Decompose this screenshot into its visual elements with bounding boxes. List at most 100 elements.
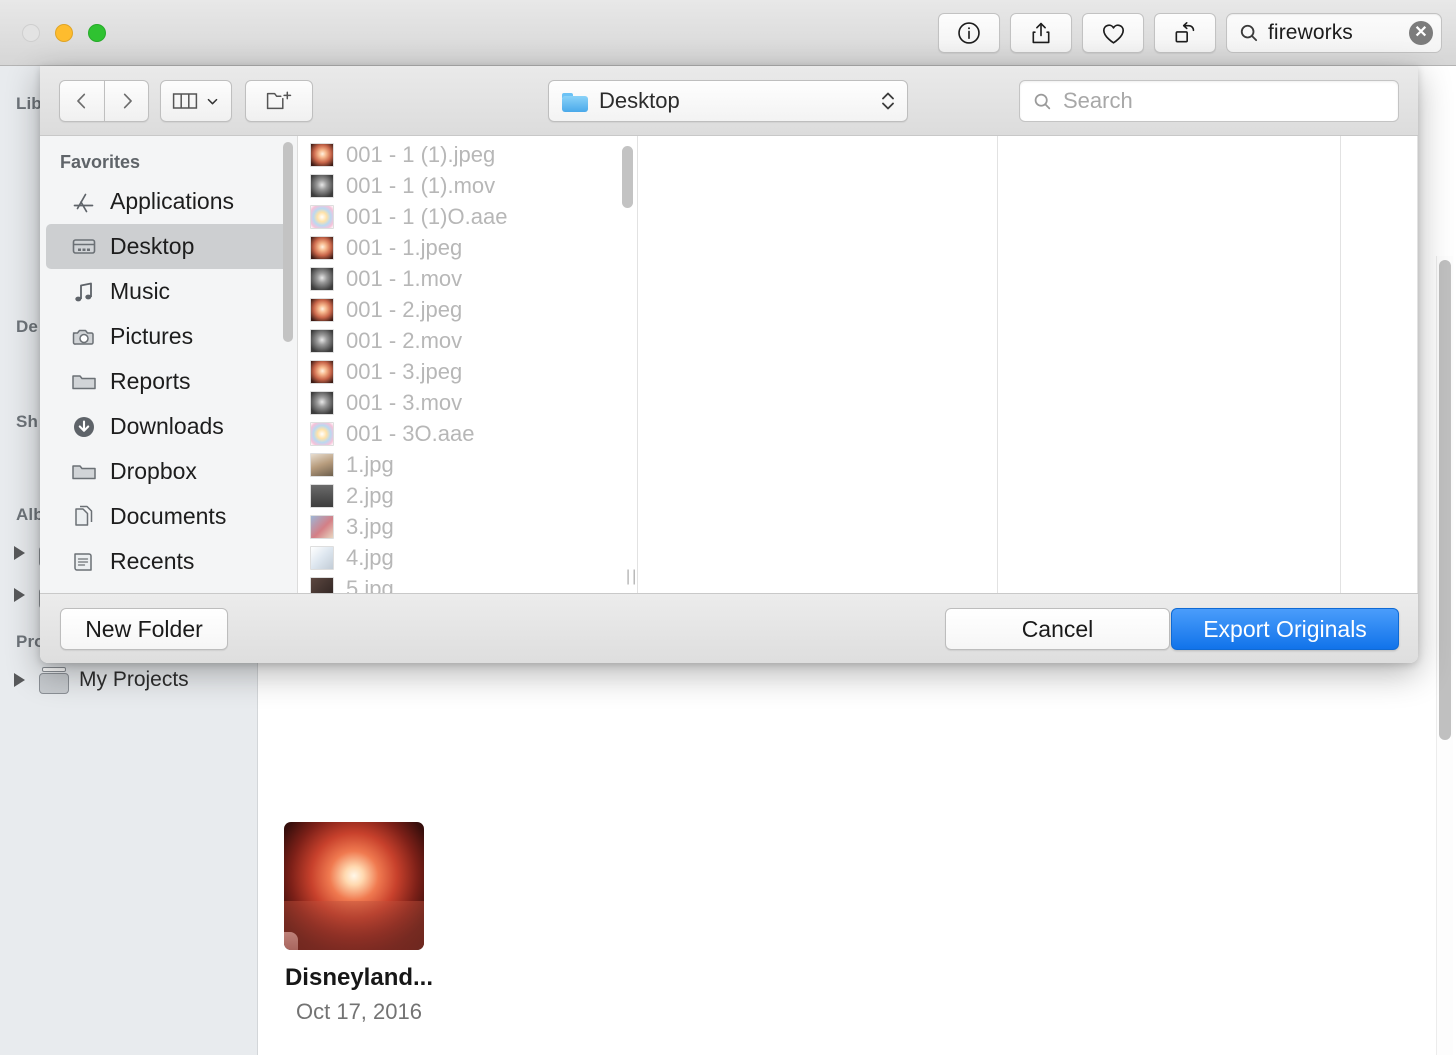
updown-chevron-icon[interactable] (879, 88, 897, 114)
moment-title: Disneyland... (284, 964, 434, 991)
album-icon (38, 667, 69, 694)
window-controls (22, 24, 106, 42)
sidebar-item-label: My Projects (79, 668, 189, 691)
folder-icon (72, 464, 96, 479)
column-view-icon (172, 93, 198, 109)
file-thumbnail-icon (310, 328, 334, 353)
chevron-left-icon (77, 93, 86, 109)
export-file-dialog: Desktop Search Favorites Applications De… (40, 66, 1418, 663)
file-row[interactable]: 2.jpg (298, 480, 637, 511)
file-name-label: 3.jpg (346, 513, 394, 539)
file-row[interactable]: 001 - 2.jpeg (298, 294, 637, 325)
folder-icon (562, 91, 588, 112)
file-name-label: 001 - 1 (1).mov (346, 172, 496, 198)
disclosure-triangle-icon[interactable] (14, 546, 25, 560)
file-thumbnail-icon (310, 514, 334, 539)
close-button[interactable] (22, 24, 40, 42)
cancel-button[interactable]: Cancel (945, 608, 1170, 650)
maximize-button[interactable] (88, 24, 106, 42)
sidebar-item-recents[interactable]: Recents (46, 539, 291, 584)
rotate-button[interactable] (1154, 13, 1216, 53)
view-mode-button[interactable] (160, 80, 232, 122)
file-row[interactable]: 001 - 2.mov (298, 325, 637, 356)
sidebar-item-label: Downloads (110, 413, 224, 439)
dialog-toolbar: Desktop Search (40, 66, 1418, 136)
export-originals-button[interactable]: Export Originals (1171, 608, 1399, 650)
file-name-label: 001 - 2.jpeg (346, 296, 463, 322)
disclosure-triangle-icon[interactable] (14, 588, 25, 602)
file-row[interactable]: 001 - 1.jpeg (298, 232, 637, 263)
sidebar-item-desktop[interactable]: Desktop (46, 224, 291, 269)
camera-icon (72, 329, 94, 345)
file-list-scrollbar[interactable] (622, 146, 633, 208)
path-popup-button[interactable]: Desktop (548, 80, 908, 122)
folder-icon (72, 374, 96, 389)
desktop-icon (72, 238, 96, 254)
dialog-footer: New Folder Cancel Export Originals (40, 593, 1418, 663)
file-thumbnail-icon (310, 235, 334, 260)
photos-search-field[interactable]: fireworks ✕ (1226, 13, 1442, 53)
moment-thumbnail[interactable] (284, 822, 424, 950)
file-browser: Favorites Applications Desktop Music Pic… (40, 136, 1418, 593)
column-resize-handle[interactable]: || (626, 569, 636, 585)
file-row[interactable]: 4.jpg (298, 542, 637, 573)
share-button[interactable] (1010, 13, 1072, 53)
favorites-scrollbar[interactable] (283, 142, 293, 342)
disclosure-triangle-icon[interactable] (14, 673, 25, 687)
sidebar-item-label: Applications (110, 188, 235, 214)
favorite-button[interactable] (1082, 13, 1144, 53)
chevron-right-icon (123, 93, 132, 109)
heart-icon (1102, 23, 1124, 44)
sidebar-item-music[interactable]: Music (46, 269, 291, 314)
back-button[interactable] (59, 80, 104, 122)
file-row[interactable]: 001 - 1 (1)O.aae (298, 201, 637, 232)
clear-search-icon[interactable]: ✕ (1409, 21, 1433, 45)
file-row[interactable]: 001 - 3.mov (298, 387, 637, 418)
sidebar-item-documents[interactable]: Documents (46, 494, 291, 539)
minimize-button[interactable] (55, 24, 73, 42)
sidebar-item-applications[interactable]: Applications (46, 179, 291, 224)
file-thumbnail-icon (310, 359, 334, 384)
sidebar-item-pictures[interactable]: Pictures (46, 314, 291, 359)
file-thumbnail-icon (310, 483, 334, 508)
file-name-label: 001 - 1.mov (346, 265, 463, 291)
sidebar-item-label: Desktop (110, 233, 195, 259)
moment-date: Oct 17, 2016 (296, 999, 422, 1024)
file-row[interactable]: 001 - 3.jpeg (298, 356, 637, 387)
dialog-search-input[interactable]: Search (1019, 80, 1399, 122)
file-thumbnail-icon (310, 297, 334, 322)
preview-column-2 (638, 136, 998, 593)
search-icon (1034, 93, 1051, 109)
current-path-label: Desktop (599, 88, 680, 113)
file-name-label: 001 - 1 (1)O.aae (346, 203, 508, 229)
sidebar-item-label: Recents (110, 548, 195, 574)
photos-vertical-scrollbar[interactable] (1439, 260, 1451, 740)
photos-titlebar: fireworks ✕ (0, 0, 1456, 66)
file-thumbnail-icon (310, 390, 334, 415)
moment-item[interactable]: Disneyland... Oct 17, 2016 (284, 822, 434, 1025)
sidebar-item-downloads[interactable]: Downloads (46, 404, 291, 449)
file-row[interactable]: 3.jpg (298, 511, 637, 542)
sidebar-item-dropbox[interactable]: Dropbox (46, 449, 291, 494)
file-name-label: 001 - 3.jpeg (346, 358, 463, 384)
new-folder-button[interactable]: New Folder (60, 608, 228, 650)
file-thumbnail-icon (310, 545, 334, 570)
file-row[interactable]: 001 - 3O.aae (298, 418, 637, 449)
file-row[interactable]: 1.jpg (298, 449, 637, 480)
sidebar-item-label: Reports (110, 368, 191, 394)
forward-button[interactable] (104, 80, 149, 122)
file-thumbnail-icon (310, 142, 334, 167)
file-name-label: 2.jpg (346, 482, 394, 508)
new-folder-toolbar-button[interactable] (245, 80, 313, 122)
download-circle-icon (74, 416, 94, 437)
sidebar-item-label: Pictures (110, 323, 194, 349)
sidebar-item-label: Music (110, 278, 171, 304)
sidebar-item-reports[interactable]: Reports (46, 359, 291, 404)
sidebar-item-my-projects[interactable]: My Projects (0, 659, 257, 701)
file-row[interactable]: 001 - 1.mov (298, 263, 637, 294)
applications-icon (73, 193, 94, 212)
file-row[interactable]: 5.jpg (298, 573, 637, 593)
info-button[interactable] (938, 13, 1000, 53)
file-row[interactable]: 001 - 1 (1).jpeg (298, 139, 637, 170)
file-row[interactable]: 001 - 1 (1).mov (298, 170, 637, 201)
